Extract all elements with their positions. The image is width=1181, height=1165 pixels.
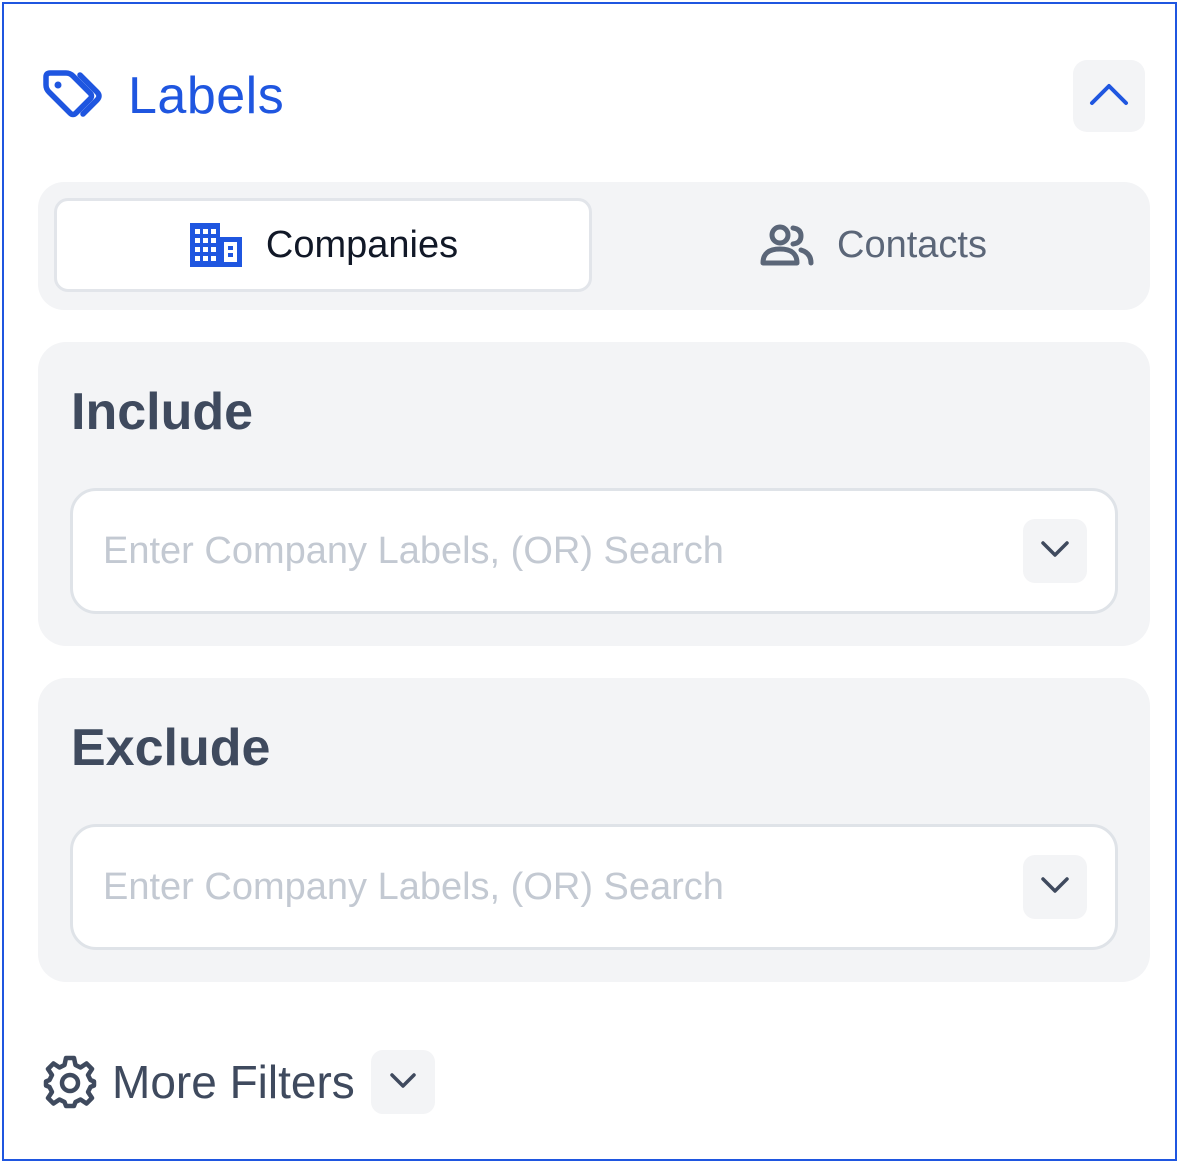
entity-type-toggle: Companies Contacts [38, 182, 1150, 310]
tab-companies-label: Companies [265, 224, 459, 266]
more-filters-expand-button[interactable] [370, 1050, 435, 1114]
include-dropdown-button[interactable] [1023, 519, 1087, 583]
building-icon [188, 221, 244, 269]
exclude-title: Exclude [71, 719, 271, 777]
gear-icon [42, 1054, 98, 1110]
more-filters-label: More Filters [112, 1056, 355, 1108]
exclude-dropdown-button[interactable] [1023, 855, 1087, 919]
collapse-button[interactable] [1073, 60, 1145, 132]
labels-title: Labels [128, 67, 285, 125]
exclude-labels-input[interactable] [103, 827, 983, 947]
users-icon [759, 223, 815, 267]
more-filters-toggle[interactable]: More Filters [42, 1050, 435, 1114]
labels-filter-panel: Labels Companies Contacts Include Enter … [2, 2, 1177, 1161]
tab-companies[interactable]: Companies [54, 198, 592, 292]
chevron-down-icon [389, 1071, 417, 1094]
labels-header: Labels [40, 56, 1145, 136]
labels-header-toggle[interactable]: Labels [40, 56, 284, 136]
include-labels-select[interactable] [70, 488, 1118, 614]
tab-contacts-label: Contacts [837, 224, 987, 266]
exclude-labels-select[interactable] [70, 824, 1118, 950]
chevron-up-icon [1089, 81, 1129, 112]
include-title: Include [71, 383, 254, 441]
include-section: Include [38, 342, 1150, 646]
include-labels-input[interactable] [103, 491, 983, 611]
tag-icon [40, 66, 106, 126]
tab-contacts[interactable]: Contacts [612, 198, 1134, 292]
exclude-section: Exclude [38, 678, 1150, 982]
chevron-down-icon [1040, 539, 1070, 564]
chevron-down-icon [1040, 875, 1070, 900]
